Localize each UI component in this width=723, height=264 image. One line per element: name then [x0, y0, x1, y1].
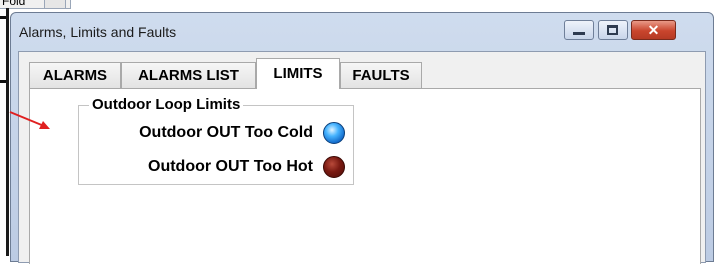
group-title: Outdoor Loop Limits [89, 96, 244, 113]
outdoor-loop-limits-group: Outdoor Loop Limits Outdoor OUT Too Cold… [78, 96, 354, 185]
limit-row-too-cold: Outdoor OUT Too Cold [139, 120, 345, 146]
alarms-limits-faults-window: Alarms, Limits and Faults ✕ ALARMS ALARM… [10, 12, 714, 264]
background-fragment-text: Fold [2, 0, 26, 8]
red-indicator-light-icon [323, 156, 345, 178]
limit-row-too-hot: Outdoor OUT Too Hot [148, 154, 345, 180]
limit-label-too-hot: Outdoor OUT Too Hot [148, 158, 313, 175]
tab-faults[interactable]: FAULTS [340, 62, 422, 88]
limits-tab-panel: Outdoor Loop Limits Outdoor OUT Too Cold… [29, 88, 701, 264]
minimize-icon [573, 32, 585, 35]
background-fragment-box [44, 0, 66, 9]
window-title: Alarms, Limits and Faults [19, 24, 177, 40]
blue-indicator-light-icon [323, 122, 345, 144]
close-icon: ✕ [647, 22, 660, 38]
minimize-button[interactable] [564, 20, 594, 40]
background-divider [6, 8, 9, 256]
maximize-icon [607, 25, 618, 35]
tab-alarms-list[interactable]: ALARMS LIST [121, 62, 256, 88]
close-button[interactable]: ✕ [631, 20, 676, 40]
background-window-fragment: Fold [0, 0, 71, 9]
title-bar[interactable]: Alarms, Limits and Faults ✕ [11, 13, 713, 49]
window-client-area: ALARMS ALARMS LIST LIMITS FAULTS Outdoor… [18, 51, 706, 264]
tab-alarms[interactable]: ALARMS [29, 62, 121, 88]
maximize-button[interactable] [598, 20, 628, 40]
tab-limits[interactable]: LIMITS [256, 58, 340, 89]
limit-label-too-cold: Outdoor OUT Too Cold [139, 124, 313, 141]
